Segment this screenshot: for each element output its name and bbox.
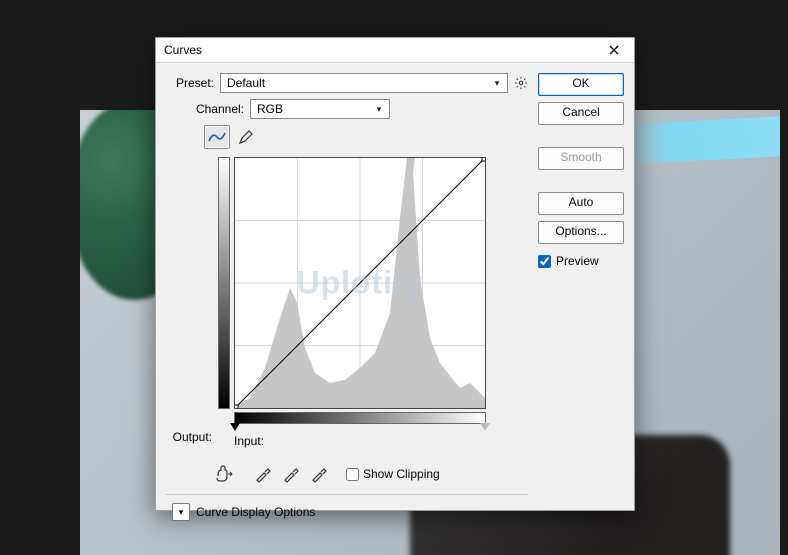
gray-point-eyedropper[interactable]: [282, 465, 300, 483]
chevron-down-icon: ▾: [490, 78, 504, 89]
smooth-button[interactable]: Smooth: [538, 147, 624, 170]
curves-graph[interactable]: Uplotify: [234, 157, 486, 409]
show-clipping-checkbox[interactable]: Show Clipping: [346, 467, 440, 481]
channel-dropdown[interactable]: RGB ▾: [250, 99, 390, 119]
output-gradient[interactable]: [218, 157, 230, 409]
black-point-slider[interactable]: [230, 423, 240, 431]
cancel-button[interactable]: Cancel: [538, 102, 624, 125]
titlebar[interactable]: Curves: [156, 38, 634, 63]
channel-value: RGB: [255, 102, 372, 116]
preset-value: Default: [225, 76, 490, 90]
preview-input[interactable]: [538, 255, 551, 268]
gear-icon: [514, 76, 528, 90]
auto-button[interactable]: Auto: [538, 192, 624, 215]
bg-cyan-strip: [619, 115, 780, 164]
display-options-label: Curve Display Options: [196, 505, 315, 519]
preset-label: Preset:: [166, 76, 214, 90]
curve-icon: [208, 130, 226, 144]
chevron-down-icon: ▾: [372, 104, 386, 115]
preview-label: Preview: [556, 254, 599, 268]
show-clipping-label: Show Clipping: [363, 467, 440, 481]
white-point-slider[interactable]: [480, 423, 490, 431]
dialog-title: Curves: [164, 43, 202, 57]
on-image-adjust-button[interactable]: [214, 464, 236, 484]
display-options-toggle[interactable]: ▾: [172, 503, 190, 521]
preset-menu-button[interactable]: [514, 76, 528, 90]
input-label: Input:: [234, 434, 264, 448]
output-label: Output:: [173, 430, 212, 444]
curve-tool-button[interactable]: [204, 125, 230, 149]
show-clipping-input[interactable]: [346, 468, 359, 481]
preset-dropdown[interactable]: Default ▾: [220, 73, 508, 93]
close-button[interactable]: [598, 40, 630, 60]
ok-button[interactable]: OK: [538, 73, 624, 96]
pencil-tool-button[interactable]: [234, 126, 258, 148]
black-point-eyedropper[interactable]: [254, 465, 272, 483]
chevrons-down-icon: ▾: [179, 507, 184, 518]
curve-handle-highlight[interactable]: [482, 158, 485, 161]
curve-handle-shadow[interactable]: [235, 405, 238, 408]
options-button[interactable]: Options...: [538, 221, 624, 244]
curves-dialog: Curves Preset: Default ▾: [155, 37, 635, 511]
channel-label: Channel:: [192, 102, 244, 116]
preview-checkbox[interactable]: Preview: [538, 254, 624, 268]
watermark: Uplotify: [296, 265, 423, 302]
close-icon: [609, 45, 619, 55]
pencil-icon: [238, 129, 254, 145]
white-point-eyedropper[interactable]: [310, 465, 328, 483]
input-gradient[interactable]: [234, 412, 486, 424]
